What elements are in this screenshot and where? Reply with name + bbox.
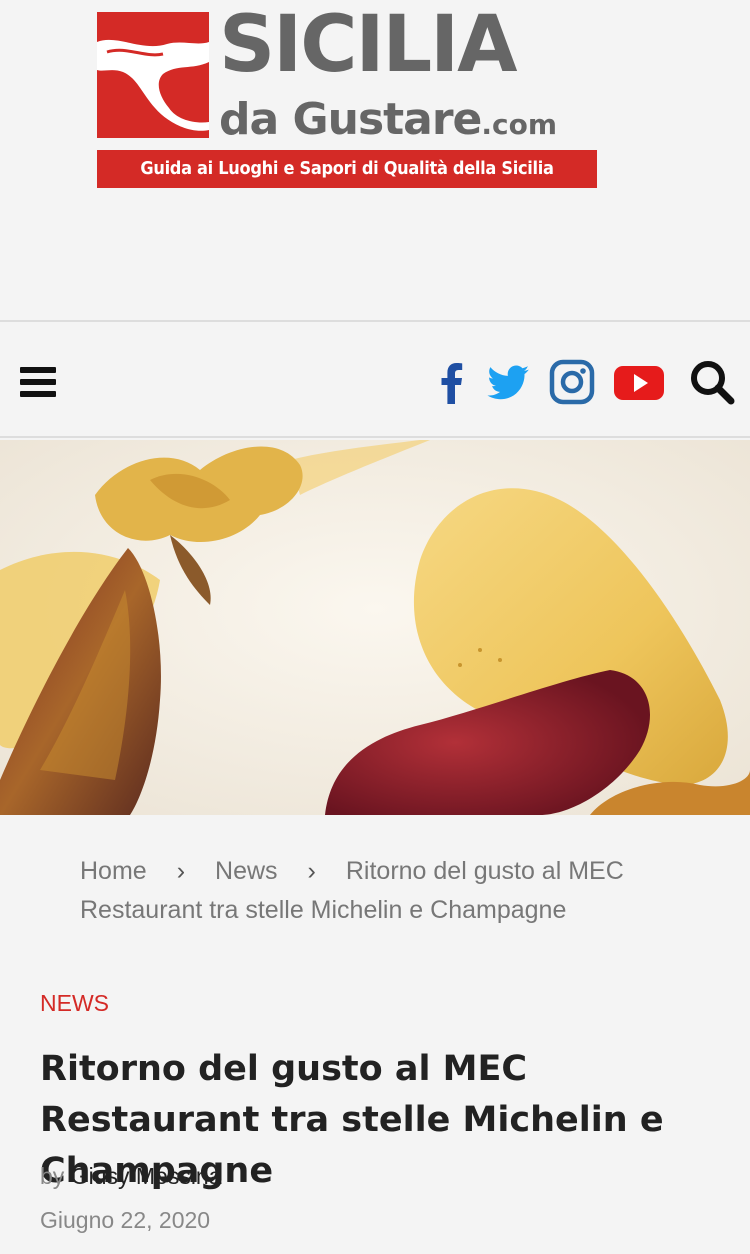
instagram-icon[interactable] <box>548 358 596 406</box>
logo-subtitle: da Gustare.com <box>219 98 557 142</box>
breadcrumb-home[interactable]: Home <box>80 857 147 885</box>
byline-label: by <box>40 1163 65 1189</box>
hero-image <box>0 440 750 815</box>
twitter-icon[interactable] <box>484 358 532 406</box>
menu-icon[interactable] <box>20 367 56 397</box>
breadcrumb-separator: › <box>176 857 186 885</box>
breadcrumb-news[interactable]: News <box>215 857 278 885</box>
facebook-icon[interactable] <box>428 358 476 406</box>
nav-bar <box>0 320 750 438</box>
article-byline: by Giusy Messina <box>40 1163 222 1190</box>
breadcrumb-current: Ritorno del gusto al MEC Restaurant tra … <box>80 857 624 924</box>
logo-tagline: Guida ai Luoghi e Sapori di Qualità dell… <box>97 150 597 188</box>
search-icon[interactable] <box>688 358 736 406</box>
logo-title: SICILIA <box>219 0 518 90</box>
site-header: SICILIA da Gustare.com Guida ai Luoghi e… <box>0 0 750 320</box>
logo-subtitle-main: da Gustare <box>219 94 482 145</box>
article-date: Giugno 22, 2020 <box>40 1207 211 1233</box>
sicily-emblem-icon <box>97 12 209 138</box>
category-link[interactable]: NEWS <box>40 990 109 1017</box>
author-link[interactable]: Giusy Messina <box>71 1163 222 1189</box>
breadcrumb: Home › News › Ritorno del gusto al MEC Resta… <box>80 852 700 930</box>
site-logo[interactable]: SICILIA da Gustare.com Guida ai Luoghi e… <box>97 6 597 190</box>
breadcrumb-separator: › <box>307 857 316 885</box>
youtube-icon[interactable] <box>613 358 665 406</box>
logo-subtitle-suffix: .com <box>481 108 558 141</box>
